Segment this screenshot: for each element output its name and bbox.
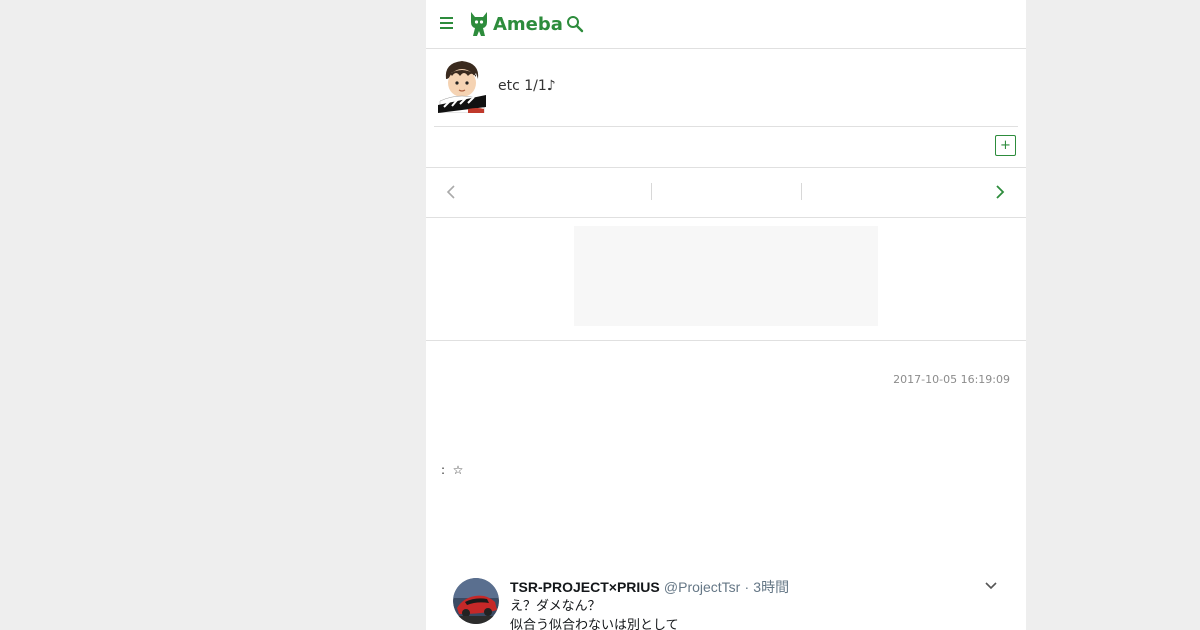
blog-avatar[interactable]	[438, 57, 486, 113]
entry-timestamp: 2017-10-05 16:19:09	[893, 373, 1010, 386]
nav-item-entry-list[interactable]	[652, 168, 801, 217]
chevron-down-icon[interactable]	[984, 581, 998, 591]
hamburger-menu-icon[interactable]	[440, 17, 453, 29]
ameba-mascot-icon	[471, 12, 487, 36]
ad-placeholder[interactable]	[574, 226, 878, 326]
site-header: Ameba	[426, 0, 1026, 49]
chevron-right-icon[interactable]	[993, 184, 1007, 200]
tweet-avatar[interactable]	[453, 578, 499, 624]
tweet-header: TSR-PROJECT×PRIUS @ProjectTsr · 3時間	[510, 577, 789, 597]
tweet-text-line: え？ダメなん？	[510, 599, 601, 614]
article-nav	[426, 168, 1026, 218]
nav-item-next-entry[interactable]	[802, 168, 982, 217]
tweet-time[interactable]: 3時間	[753, 579, 789, 595]
blog-header: etc 1/1♪	[434, 49, 1018, 127]
tweet-separator: ·	[744, 579, 750, 595]
entry-body-text: : ☆	[441, 463, 464, 477]
blog-title[interactable]: etc 1/1♪	[498, 78, 556, 94]
search-icon[interactable]	[566, 15, 584, 33]
ad-area	[426, 218, 1026, 341]
tweet-text-line: 似合う似合わないは別として	[510, 618, 679, 630]
ameba-logo[interactable]: Ameba	[468, 10, 563, 38]
blog-page: Ameba etc 1/1♪ + 2017-10-05 16:19:09: ☆…	[426, 0, 1026, 630]
embedded-tweet: TSR-PROJECT×PRIUS @ProjectTsr · 3時間 え？ダメ…	[453, 577, 1013, 630]
follow-button[interactable]: +	[995, 135, 1016, 156]
chevron-left-icon[interactable]	[444, 184, 458, 200]
nav-item-prev-entry[interactable]	[466, 168, 651, 217]
tweet-author-name[interactable]: TSR-PROJECT×PRIUS	[510, 579, 660, 595]
tweet-author-handle[interactable]: @ProjectTsr	[664, 579, 740, 595]
follow-row: +	[426, 127, 1026, 168]
logo-text: Ameba	[493, 13, 563, 35]
